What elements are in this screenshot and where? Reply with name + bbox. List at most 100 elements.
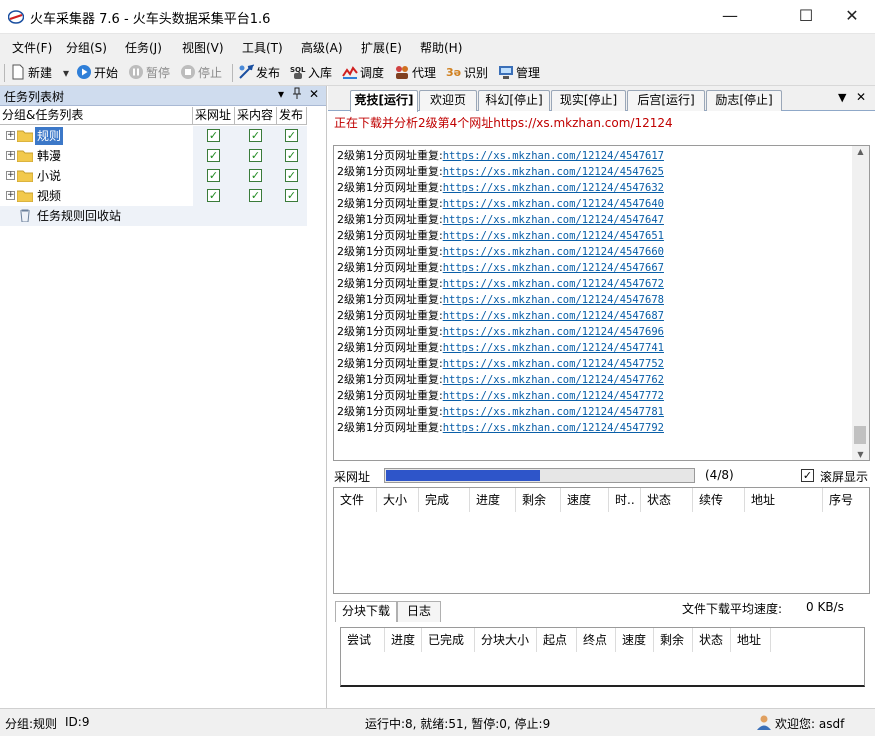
recycle-bin-row[interactable]: 任务规则回收站	[0, 206, 307, 226]
tab-menu-icon[interactable]: ▼	[838, 91, 846, 104]
column-header-progress[interactable]: 进度	[470, 488, 516, 512]
scroll-up-icon[interactable]: ▲	[852, 147, 869, 156]
tab-block-download[interactable]: 分块下载	[335, 601, 397, 622]
new-dropdown-arrow[interactable]: ▾	[63, 64, 69, 82]
log-line-url[interactable]: https://xs.mkzhan.com/12124/4547687	[443, 310, 664, 322]
column-header-progress[interactable]: 进度	[385, 628, 422, 652]
file-download-table[interactable]: 文件 大小 完成 进度 剩余 速度 时.. 状态 续传 地址 序号	[333, 487, 870, 594]
menu-group[interactable]: 分组(S)	[66, 39, 107, 56]
log-line-url[interactable]: https://xs.mkzhan.com/12124/4547781	[443, 406, 664, 418]
column-header-tasks[interactable]: 分组&任务列表	[0, 107, 193, 125]
log-line-url[interactable]: https://xs.mkzhan.com/12124/4547762	[443, 374, 664, 386]
collect-content-checkbox[interactable]: ✓	[249, 169, 262, 182]
tab-log[interactable]: 日志	[397, 601, 441, 622]
expand-icon[interactable]: +	[6, 131, 15, 140]
expand-icon[interactable]: +	[6, 171, 15, 180]
column-header-attempt[interactable]: 尝试	[341, 628, 385, 652]
publish-checkbox[interactable]: ✓	[285, 189, 298, 202]
log-line-url[interactable]: https://xs.mkzhan.com/12124/4547617	[443, 150, 664, 162]
scroll-down-icon[interactable]: ▼	[852, 450, 869, 459]
tree-group-row[interactable]: + 小说 ✓ ✓ ✓	[0, 166, 307, 186]
column-header-address[interactable]: 地址	[745, 488, 823, 512]
stop-button[interactable]: 停止	[180, 64, 222, 82]
group-name[interactable]: 规则	[35, 127, 64, 145]
log-line-url[interactable]: https://xs.mkzhan.com/12124/4547741	[443, 342, 664, 354]
group-name[interactable]: 视频	[35, 187, 63, 205]
menu-help[interactable]: 帮助(H)	[420, 39, 462, 56]
tab-inspire[interactable]: 励志[停止]	[706, 90, 782, 111]
log-line-url[interactable]: https://xs.mkzhan.com/12124/4547647	[443, 214, 664, 226]
collect-content-checkbox[interactable]: ✓	[249, 129, 262, 142]
column-header-size[interactable]: 大小	[377, 488, 419, 512]
collect-urls-checkbox[interactable]: ✓	[207, 129, 220, 142]
log-line-url[interactable]: https://xs.mkzhan.com/12124/4547651	[443, 230, 664, 242]
block-download-table[interactable]: 尝试 进度 已完成 分块大小 起点 终点 速度 剩余 状态 地址	[340, 627, 865, 687]
tree-group-row[interactable]: + 视频 ✓ ✓ ✓	[0, 186, 307, 206]
column-header-address[interactable]: 地址	[731, 628, 771, 652]
collect-urls-checkbox[interactable]: ✓	[207, 189, 220, 202]
group-name[interactable]: 韩漫	[35, 147, 63, 165]
column-header-done[interactable]: 完成	[419, 488, 470, 512]
menu-view[interactable]: 视图(V)	[182, 39, 224, 56]
recognize-button[interactable]: 3ǝ 识别	[446, 64, 488, 82]
column-header-time[interactable]: 时..	[609, 488, 641, 512]
recycle-bin-label[interactable]: 任务规则回收站	[35, 207, 123, 225]
menu-extend[interactable]: 扩展(E)	[361, 39, 402, 56]
tab-reality[interactable]: 现实[停止]	[551, 90, 626, 111]
collect-content-checkbox[interactable]: ✓	[249, 189, 262, 202]
tree-group-row[interactable]: + 韩漫 ✓ ✓ ✓	[0, 146, 307, 166]
tab-jingji[interactable]: 竞技[运行]	[350, 90, 418, 112]
group-name[interactable]: 小说	[35, 167, 63, 185]
tree-group-row[interactable]: + 规则 ✓ ✓ ✓	[0, 126, 307, 146]
column-header-start[interactable]: 起点	[537, 628, 577, 652]
column-header-status[interactable]: 状态	[693, 628, 731, 652]
column-header-resume[interactable]: 续传	[693, 488, 745, 512]
proxy-button[interactable]: 代理	[394, 64, 436, 82]
autoscroll-label[interactable]: 滚屏显示	[820, 468, 868, 485]
column-header-speed[interactable]: 速度	[616, 628, 654, 652]
panel-close-icon[interactable]: ✕	[307, 87, 321, 101]
log-line-url[interactable]: https://xs.mkzhan.com/12124/4547678	[443, 294, 664, 306]
publish-checkbox[interactable]: ✓	[285, 169, 298, 182]
schedule-button[interactable]: 调度	[342, 64, 384, 82]
log-line-url[interactable]: https://xs.mkzhan.com/12124/4547667	[443, 262, 664, 274]
log-line-url[interactable]: https://xs.mkzhan.com/12124/4547625	[443, 166, 664, 178]
tab-scifi[interactable]: 科幻[停止]	[478, 90, 550, 111]
log-scrollbar[interactable]: ▲ ▼	[852, 146, 869, 460]
close-button[interactable]: ✕	[829, 0, 875, 32]
log-line-url[interactable]: https://xs.mkzhan.com/12124/4547696	[443, 326, 664, 338]
column-header-speed[interactable]: 速度	[561, 488, 609, 512]
column-header-index[interactable]: 序号	[823, 488, 869, 512]
column-header-remaining[interactable]: 剩余	[516, 488, 561, 512]
column-header-end[interactable]: 终点	[577, 628, 616, 652]
panel-menu-icon[interactable]: ▾	[274, 87, 288, 101]
publish-checkbox[interactable]: ✓	[285, 149, 298, 162]
start-button[interactable]: 开始	[76, 64, 118, 82]
log-line-url[interactable]: https://xs.mkzhan.com/12124/4547752	[443, 358, 664, 370]
collect-urls-checkbox[interactable]: ✓	[207, 149, 220, 162]
pause-button[interactable]: 暂停	[128, 64, 170, 82]
maximize-button[interactable]: ☐	[783, 0, 829, 32]
collect-urls-checkbox[interactable]: ✓	[207, 169, 220, 182]
log-line-url[interactable]: https://xs.mkzhan.com/12124/4547640	[443, 198, 664, 210]
column-header-file[interactable]: 文件	[334, 488, 377, 512]
publish-button[interactable]: 发布	[238, 64, 280, 82]
column-header-status[interactable]: 状态	[641, 488, 693, 512]
new-button[interactable]: 新建	[10, 64, 52, 82]
menu-file[interactable]: 文件(F)	[12, 39, 52, 56]
column-header-completed[interactable]: 已完成	[422, 628, 475, 652]
log-line-url[interactable]: https://xs.mkzhan.com/12124/4547772	[443, 390, 664, 402]
menu-tools[interactable]: 工具(T)	[242, 39, 283, 56]
log-line-url[interactable]: https://xs.mkzhan.com/12124/4547672	[443, 278, 664, 290]
column-header-block-size[interactable]: 分块大小	[475, 628, 537, 652]
pin-icon[interactable]	[290, 87, 304, 102]
log-line-url[interactable]: https://xs.mkzhan.com/12124/4547632	[443, 182, 664, 194]
collect-content-checkbox[interactable]: ✓	[249, 149, 262, 162]
tab-close-icon[interactable]: ✕	[856, 90, 866, 104]
column-header-publish[interactable]: 发布	[277, 107, 307, 125]
tab-harem[interactable]: 后宫[运行]	[627, 90, 705, 111]
expand-icon[interactable]: +	[6, 191, 15, 200]
autoscroll-checkbox[interactable]: ✓	[801, 469, 814, 482]
column-header-collect-content[interactable]: 采内容	[235, 107, 277, 125]
import-db-button[interactable]: SQL 入库	[290, 64, 332, 82]
